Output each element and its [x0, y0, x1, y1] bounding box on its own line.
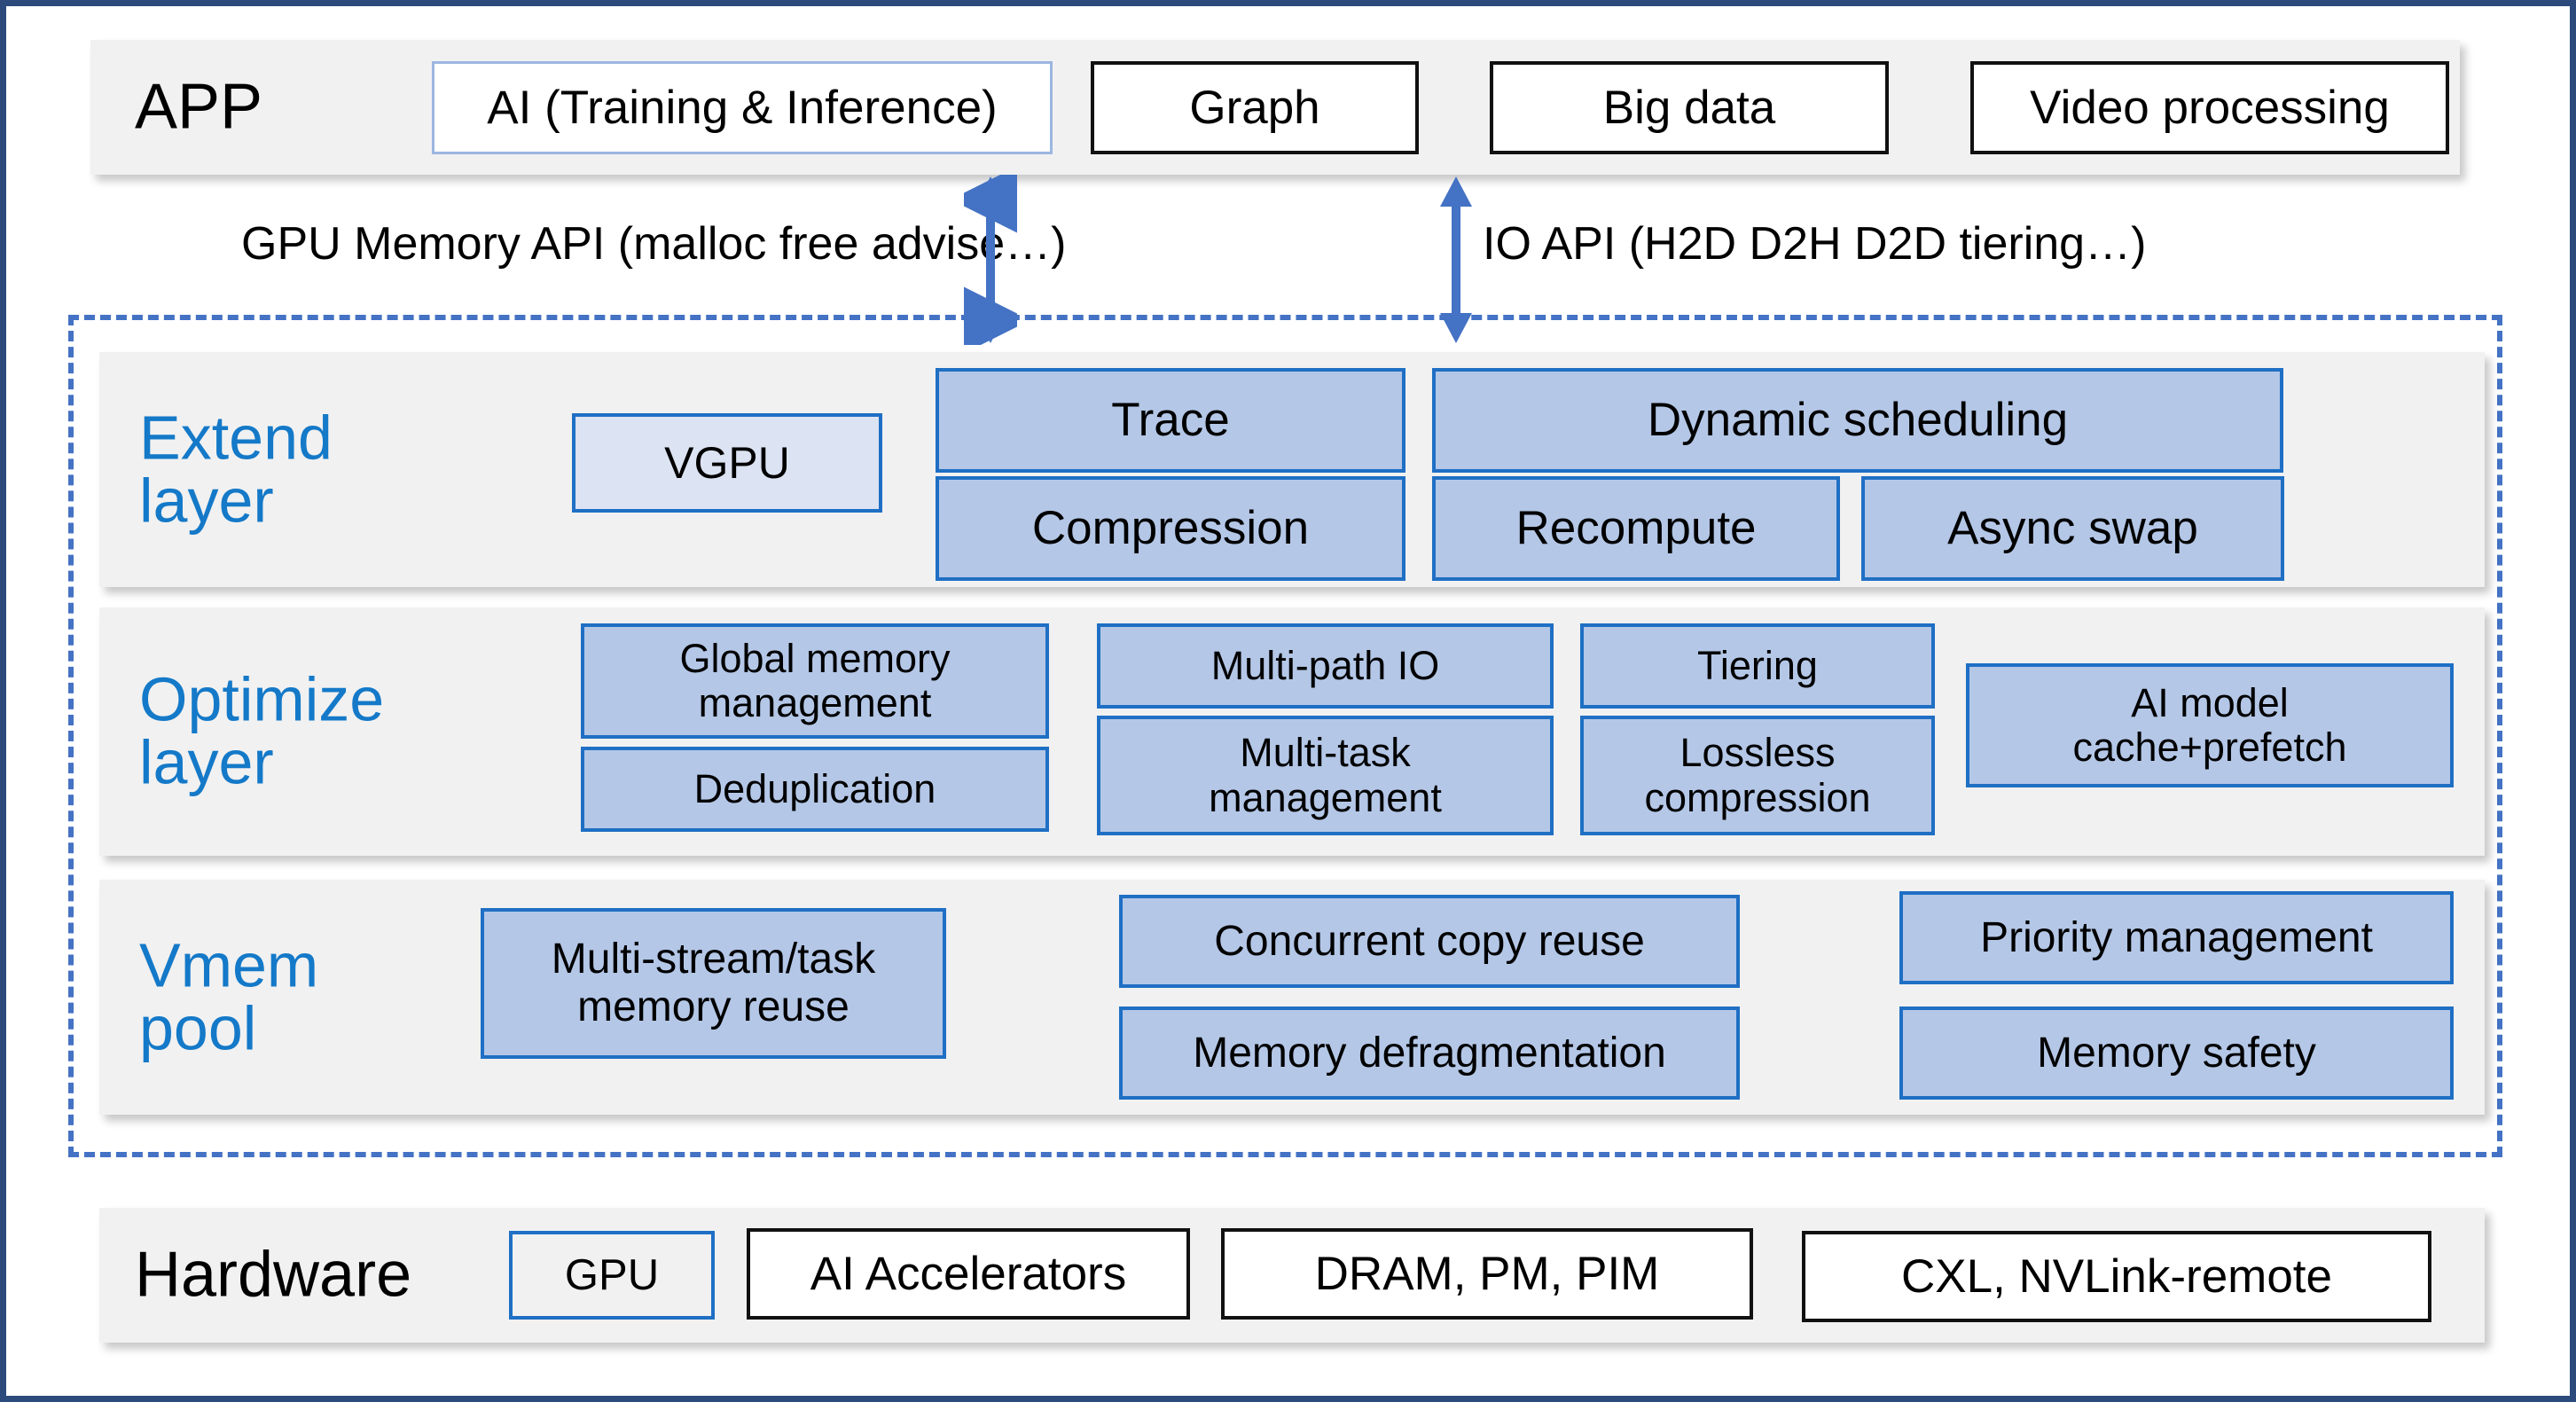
app-item-graph[interactable]: Graph	[1091, 61, 1419, 154]
app-row-label: APP	[135, 71, 263, 143]
vmem-pool-layer-label: Vmem pool	[139, 930, 319, 1063]
gpu-memory-api-arrow	[964, 175, 1017, 345]
extend-item-trace[interactable]: Trace	[936, 368, 1405, 473]
hardware-row-band: Hardware GPU AI Accelerators DRAM, PM, P…	[99, 1208, 2485, 1343]
vmem-item-priority-management[interactable]: Priority management	[1899, 891, 2454, 984]
vmem-item-concurrent-copy-reuse[interactable]: Concurrent copy reuse	[1119, 895, 1740, 988]
hardware-item-ai-accelerators[interactable]: AI Accelerators	[747, 1228, 1190, 1320]
app-item-ai[interactable]: AI (Training & Inference)	[432, 61, 1053, 154]
optimize-item-ai-model-cache-prefetch[interactable]: AI model cache+prefetch	[1966, 663, 2454, 787]
app-row-band: APP AI (Training & Inference) Graph Big …	[90, 40, 2460, 175]
optimize-layer-label: Optimize layer	[139, 664, 385, 797]
optimize-item-tiering[interactable]: Tiering	[1580, 623, 1935, 709]
hardware-row-label: Hardware	[135, 1239, 412, 1311]
extend-layer-band: Extend layer VGPU Trace Dynamic scheduli…	[99, 352, 2485, 587]
diagram-canvas: APP AI (Training & Inference) Graph Big …	[0, 0, 2576, 1402]
hardware-item-cxl-nvlink-remote[interactable]: CXL, NVLink-remote	[1802, 1231, 2431, 1322]
optimize-item-deduplication[interactable]: Deduplication	[581, 747, 1049, 832]
extend-item-dynamic-scheduling[interactable]: Dynamic scheduling	[1432, 368, 2283, 473]
io-api-label: IO API (H2D D2H D2D tiering…)	[1483, 218, 2147, 270]
vmem-item-multi-stream-task-memory-reuse[interactable]: Multi-stream/task memory reuse	[481, 908, 946, 1059]
app-item-big-data[interactable]: Big data	[1490, 61, 1889, 154]
vmem-item-memory-defragmentation[interactable]: Memory defragmentation	[1119, 1006, 1740, 1100]
optimize-item-multi-task-management[interactable]: Multi-task management	[1097, 716, 1554, 835]
extend-layer-label: Extend layer	[139, 403, 333, 536]
app-item-video-processing[interactable]: Video processing	[1970, 61, 2449, 154]
hardware-item-dram-pm-pim[interactable]: DRAM, PM, PIM	[1221, 1228, 1753, 1320]
optimize-item-lossless-compression[interactable]: Lossless compression	[1580, 716, 1935, 835]
optimize-item-multi-path-io[interactable]: Multi-path IO	[1097, 623, 1554, 709]
extend-item-async-swap[interactable]: Async swap	[1861, 476, 2284, 581]
optimize-item-global-memory-management[interactable]: Global memory management	[581, 623, 1049, 739]
hardware-item-gpu[interactable]: GPU	[509, 1231, 715, 1320]
vmem-item-memory-safety[interactable]: Memory safety	[1899, 1006, 2454, 1100]
vmem-pool-layer-band: Vmem pool Multi-stream/task memory reuse…	[99, 880, 2485, 1115]
io-api-arrow	[1440, 176, 1472, 343]
extend-item-vgpu[interactable]: VGPU	[572, 413, 882, 513]
extend-item-recompute[interactable]: Recompute	[1432, 476, 1840, 581]
optimize-layer-band: Optimize layer Global memory management …	[99, 607, 2485, 856]
gpu-memory-api-label: GPU Memory API (malloc free advise…)	[241, 218, 1067, 270]
extend-item-compression[interactable]: Compression	[936, 476, 1405, 581]
